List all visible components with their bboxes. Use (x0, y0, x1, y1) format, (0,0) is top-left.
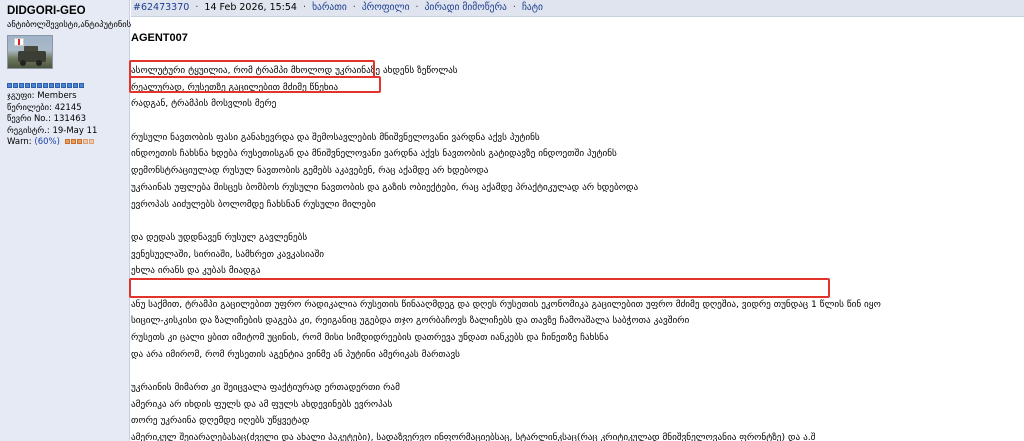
rank-pip (73, 83, 78, 88)
post-line: უკრაინას უფლება მისცეს ბომბოს რუსული ნავ… (131, 181, 639, 193)
post-line: და დედას უდდნავენ რუსულ გავლენებს (131, 231, 308, 243)
post-line: ინდოეთის ჩახსნა ხდება რუსეთისგან და მნიშ… (131, 148, 617, 160)
rank-pip (61, 83, 66, 88)
post-body: AGENT007 ასოლუტური ტყუილია, რომ ტრამპი მ… (131, 32, 1024, 441)
post-content: #62473370 · 14 Feb 2026, 15:54 · ხარათი … (129, 0, 1024, 441)
post-line: ამერიკულ შეიარაღებასაც(ძველი და ახალი პა… (131, 432, 816, 441)
post-line: ასოლუტური ტყუილია, რომ ტრამპი მხოლოდ უკრ… (131, 65, 458, 76)
profile-link[interactable]: პროფილი (362, 2, 410, 13)
post-line: დემონსტრაციულად რუსულ ნავთობის გემებს აკ… (131, 165, 489, 177)
user-group: ჯგუფი: Members (7, 91, 77, 101)
post-line: უკრაინის მიმართ კი შეიცვალა ფაქტიურად ერ… (131, 382, 400, 394)
avatar[interactable] (7, 35, 53, 69)
rank-pip (13, 83, 18, 88)
post-line: და არა იმირომ, რომ რუსეთის აგენტია ვინმე… (131, 348, 460, 360)
chat-link[interactable]: ჩატი (522, 2, 543, 13)
rank-pip (19, 83, 24, 88)
post-line: ვენესუელაში, სირიაში, სამხრეთ კავკასიაში (131, 248, 325, 260)
post-line: რეალურად, რუსეთზე გაცილებით მძიმე წნეხია (131, 81, 339, 93)
warn-segment (76, 139, 82, 144)
post-line: ანუ საქმით, ტრამპი გაცილებით უფრო რადიკა… (131, 298, 881, 310)
private-message-link[interactable]: პირადი მიმოწერა (425, 2, 507, 13)
rank-pip (55, 83, 60, 88)
warn-level-bar (64, 139, 94, 144)
rank-pip (25, 83, 30, 88)
forum-post-page: DIDGORI-GEO ანტიბოლშევისტი,ანტიპუტინისტი… (0, 0, 1024, 441)
warn-segment (82, 139, 88, 144)
rank-pip (31, 83, 36, 88)
user-title: ანტიბოლშევისტი,ანტიპუტინისტი (7, 20, 142, 30)
post-signature: AGENT007 (131, 32, 188, 44)
user-warn: Warn: (60%) (7, 137, 129, 149)
rank-pip (79, 83, 84, 88)
post-line: ეხლა ირანს და კუბას მიადგა (131, 265, 261, 277)
rank-pip (43, 83, 48, 88)
warn-label: Warn: (7, 137, 32, 147)
post-date: 14 Feb 2026, 15:54 (204, 2, 297, 13)
post-id-link[interactable]: #62473370 (133, 2, 189, 13)
post-line: რუსული ნავთობის ფასი განახევრდა და შემოს… (131, 131, 540, 143)
post-line: თორე უკრაინა დღემდე იღებს უწყვეტად (131, 415, 310, 427)
rank-pip (67, 83, 72, 88)
username[interactable]: DIDGORI-GEO (7, 4, 129, 18)
post-line: სიცილ-კისკისი და ზალიჩების დაგება კი, რე… (131, 315, 690, 327)
user-info-panel: DIDGORI-GEO ანტიბოლშევისტი,ანტიპუტინისტი… (0, 0, 142, 441)
rank-pips (7, 83, 129, 88)
post-line: რუსეთს კი ცალი ყბით იმიტომ უცინის, რომ მ… (131, 332, 609, 343)
card-link[interactable]: ხარათი (312, 2, 347, 13)
user-registered: რეგისტრ.: 19-May 11 (7, 125, 98, 136)
post-line: ამერიკა არ იხდის ფულს და ამ ფულს ახდევინ… (131, 398, 393, 410)
user-post-count: წერილები: 42145 (7, 102, 82, 113)
rank-pip (37, 83, 42, 88)
warn-percent[interactable]: (60%) (34, 137, 60, 147)
flag-icon (14, 38, 24, 46)
post-line: რადგან, ტრამპის მოსვლის მერე (131, 98, 277, 110)
post-header-bar: #62473370 · 14 Feb 2026, 15:54 · ხარათი … (131, 0, 1024, 17)
post-text: ასოლუტური ტყუილია, რომ ტრამპი მხოლოდ უკრ… (131, 63, 1024, 441)
warn-segment (88, 139, 94, 144)
rank-pip (49, 83, 54, 88)
rank-pip (7, 83, 12, 88)
post-line: ევროპას აიძულებს ბოლომდე ჩახსნან რუსული … (131, 198, 376, 210)
warn-segment (64, 139, 70, 144)
user-member-number: წევრი No.: 131463 (7, 114, 87, 124)
warn-segment (70, 139, 76, 144)
